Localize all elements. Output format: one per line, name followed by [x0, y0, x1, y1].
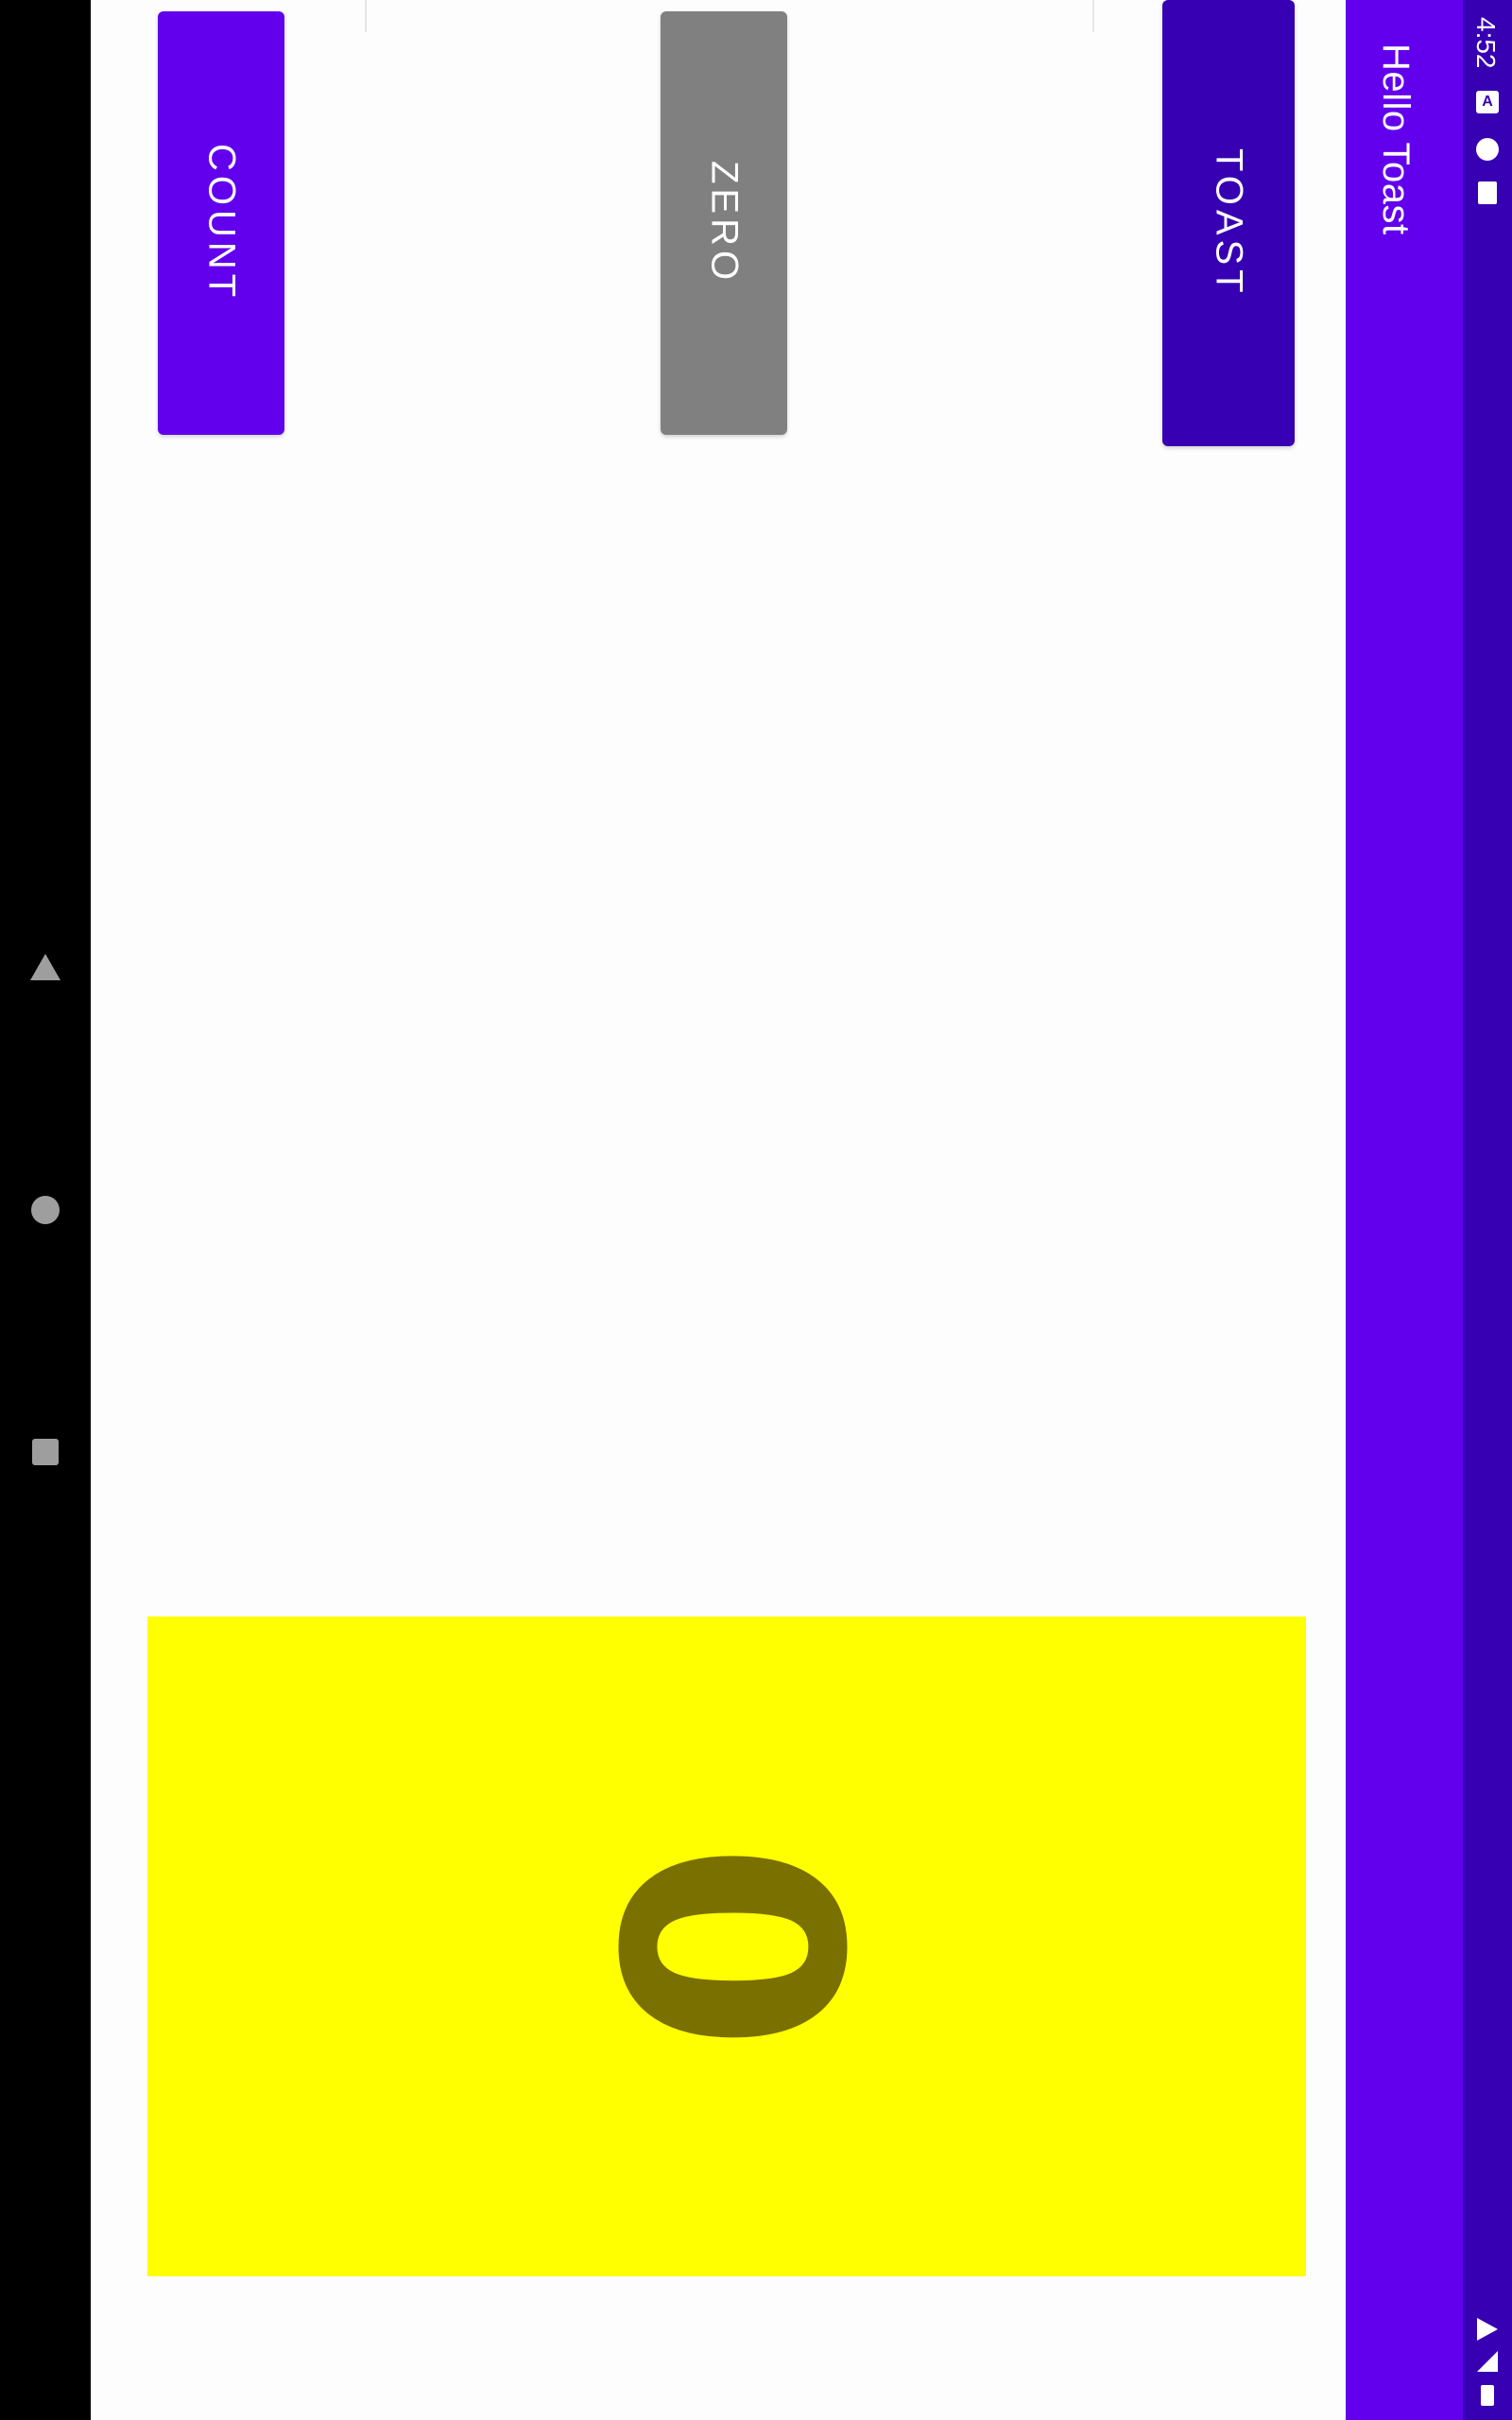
recents-button[interactable]	[26, 1433, 64, 1471]
home-icon	[31, 1196, 60, 1224]
sd-card-icon	[1478, 182, 1497, 204]
navigation-bar	[0, 0, 91, 2420]
status-time: 4:52	[1471, 17, 1501, 69]
zero-button[interactable]: ZERO	[661, 11, 787, 435]
signal-icon	[1476, 2350, 1499, 2373]
toast-button[interactable]: TOAST	[1162, 0, 1295, 446]
app-bar: Hello Toast	[1346, 0, 1463, 2420]
divider	[1092, 0, 1094, 32]
app-title: Hello Toast	[1375, 43, 1417, 235]
divider	[365, 0, 367, 32]
home-button[interactable]	[26, 1191, 64, 1229]
recents-icon	[32, 1439, 59, 1465]
back-button[interactable]	[26, 948, 64, 986]
status-bar: 4:52 A	[1463, 0, 1512, 2420]
count-button-label: COUNT	[200, 144, 243, 302]
back-icon	[30, 954, 60, 980]
circle-notification-icon	[1476, 138, 1499, 161]
toast-button-label: TOAST	[1208, 148, 1250, 298]
count-button[interactable]: COUNT	[158, 11, 284, 435]
main-content: COUNT ZERO TOAST 0	[91, 0, 1346, 2420]
zero-button-label: ZERO	[703, 161, 746, 285]
count-display: 0	[147, 1616, 1306, 2276]
wifi-icon	[1476, 2318, 1499, 2341]
device-screen: COUNT ZERO TOAST 0 Hello Toast 4:52 A	[0, 0, 1512, 2420]
count-value: 0	[551, 1841, 902, 2052]
a-notification-icon: A	[1476, 91, 1499, 113]
battery-icon	[1476, 2384, 1499, 2407]
